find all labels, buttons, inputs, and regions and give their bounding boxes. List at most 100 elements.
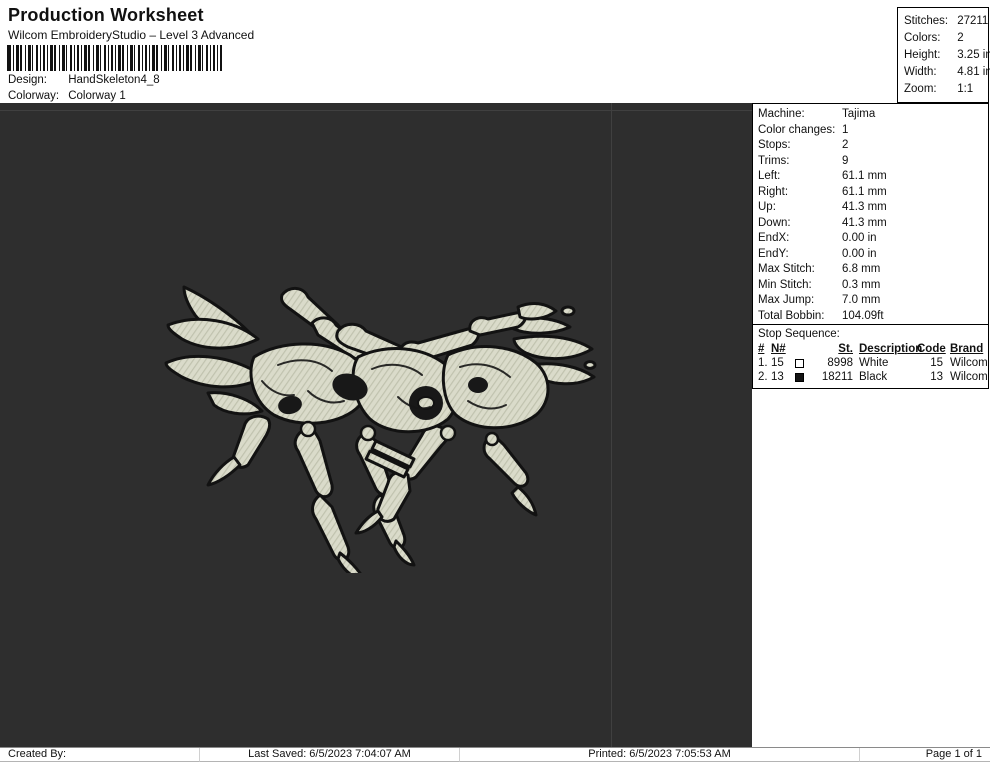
summary-value: 1:1 xyxy=(957,83,974,95)
design-canvas xyxy=(0,103,752,747)
col-brand: Brand xyxy=(950,343,984,355)
machine-row: Max Jump: 7.0 mm xyxy=(758,293,988,309)
machine-label: Color changes: xyxy=(758,123,836,136)
machine-value: 9 xyxy=(842,154,849,167)
machine-value: 0.3 mm xyxy=(842,278,881,291)
cell-needle: 13 xyxy=(771,371,784,383)
cell-description: Black xyxy=(859,371,888,383)
stop-sequence-header-row: # N# St. Description Code Brand xyxy=(758,342,988,356)
cell-brand: Wilcom xyxy=(950,357,988,369)
machine-value: 61.1 mm xyxy=(842,170,887,182)
design-value: HandSkeleton4_8 xyxy=(68,74,160,86)
machine-value: 104.09ft xyxy=(842,309,884,322)
machine-label: Left: xyxy=(758,170,781,182)
skeleton-hands-design xyxy=(164,285,597,573)
machine-label: Max Stitch: xyxy=(758,263,815,275)
machine-value: Tajima xyxy=(842,108,876,120)
machine-row: Down: 41.3 mm xyxy=(758,216,988,232)
cell-code: 15 xyxy=(930,357,943,369)
summary-row-stitches: Stitches: 27211 xyxy=(904,13,988,30)
machine-row: Right: 61.1 mm xyxy=(758,185,988,201)
machine-row: Stops: 2 xyxy=(758,138,988,154)
barcode-icon xyxy=(7,45,222,71)
page-title: Production Worksheet xyxy=(8,5,204,25)
machine-label: Total Bobbin: xyxy=(758,309,825,322)
machine-value: 0.00 in xyxy=(842,232,877,244)
machine-row: Total Bobbin: 104.09ft xyxy=(758,309,988,325)
summary-label: Zoom: xyxy=(904,83,937,95)
machine-row: Min Stitch: 0.3 mm xyxy=(758,278,988,294)
machine-row: Max Stitch: 6.8 mm xyxy=(758,262,988,278)
app-subtitle: Wilcom EmbroideryStudio – Level 3 Advanc… xyxy=(8,28,255,42)
stop-sequence-box: Stop Sequence: # N# St. Description Code… xyxy=(752,325,989,389)
machine-label: Right: xyxy=(758,185,789,198)
summary-value: 3.25 in xyxy=(957,49,990,61)
machine-value: 1 xyxy=(842,123,849,136)
design-row: Design: HandSkeleton4_8 xyxy=(8,74,160,86)
last-saved: Last Saved: 6/5/2023 7:04:07 AM xyxy=(200,748,460,762)
machine-label: Stops: xyxy=(758,139,791,151)
machine-info-panel: Machine: Tajima Color changes: 1 Stops: 2 T… xyxy=(752,103,990,747)
machine-label: Machine: xyxy=(758,108,805,120)
summary-row-colors: Colors: 2 xyxy=(904,30,988,47)
machine-value: 41.3 mm xyxy=(842,201,887,213)
canvas-guide-vertical xyxy=(611,103,612,747)
stop-sequence-row: 1. 15 8998 White 15 Wilcom xyxy=(758,356,988,370)
col-description: Description xyxy=(859,343,923,355)
summary-row-height: Height: 3.25 in xyxy=(904,47,990,64)
machine-label: Max Jump: xyxy=(758,294,815,306)
machine-label: Min Stitch: xyxy=(758,278,812,291)
col-stitches: St. xyxy=(838,343,853,355)
summary-value: 2 xyxy=(957,32,964,44)
machine-row: Color changes: 1 xyxy=(758,123,988,139)
machine-value: 0.00 in xyxy=(842,247,877,260)
summary-label: Colors: xyxy=(904,32,941,44)
col-num: # xyxy=(758,343,765,355)
machine-row: EndX: 0.00 in xyxy=(758,231,988,247)
printed: Printed: 6/5/2023 7:05:53 AM xyxy=(460,748,860,762)
summary-label: Width: xyxy=(904,66,937,78)
cell-needle: 15 xyxy=(771,357,784,369)
cell-stitches: 8998 xyxy=(827,357,853,369)
machine-value: 2 xyxy=(842,139,849,151)
stop-sequence-row: 2. 13 18211 Black 13 Wilcom xyxy=(758,370,988,384)
summary-label: Stitches: xyxy=(904,15,949,27)
design-label: Design: xyxy=(8,74,47,86)
machine-row: Trims: 9 xyxy=(758,154,988,170)
summary-row-zoom: Zoom: 1:1 xyxy=(904,81,988,98)
machine-value: 41.3 mm xyxy=(842,216,887,229)
machine-label: EndY: xyxy=(758,247,789,260)
summary-row-width: Width: 4.81 in xyxy=(904,64,990,81)
thread-swatch-white xyxy=(795,358,804,368)
colorway-value: Colorway 1 xyxy=(68,90,126,102)
machine-label: Up: xyxy=(758,201,776,213)
machine-info-box: Machine: Tajima Color changes: 1 Stops: 2 T… xyxy=(752,103,989,325)
machine-row: EndY: 0.00 in xyxy=(758,247,988,263)
summary-label: Height: xyxy=(904,49,941,61)
machine-value: 61.1 mm xyxy=(842,185,887,198)
summary-value: 4.81 in xyxy=(957,66,990,78)
production-worksheet-page: Production Worksheet Wilcom EmbroiderySt… xyxy=(0,0,990,762)
machine-row: Up: 41.3 mm xyxy=(758,200,988,216)
col-needle: N# xyxy=(771,343,786,355)
machine-value: 7.0 mm xyxy=(842,294,881,306)
cell-num: 1. xyxy=(758,357,768,369)
colorway-row: Colorway: Colorway 1 xyxy=(8,90,126,102)
footer: Created By: Last Saved: 6/5/2023 7:04:07… xyxy=(0,747,990,762)
cell-code: 13 xyxy=(930,371,943,383)
summary-value: 27211 xyxy=(957,15,989,27)
cell-description: White xyxy=(859,357,889,369)
machine-label: Trims: xyxy=(758,154,790,167)
cell-num: 2. xyxy=(758,371,768,383)
page-number: Page 1 of 1 xyxy=(860,748,990,762)
colorway-label: Colorway: xyxy=(8,90,60,102)
cell-stitches: 18211 xyxy=(821,371,853,383)
canvas-guide-horizontal xyxy=(0,110,752,111)
design-summary-box: Stitches: 27211 Colors: 2 Height: 3.25 i… xyxy=(897,7,990,103)
machine-label: Down: xyxy=(758,216,791,229)
machine-row: Machine: Tajima xyxy=(758,107,988,123)
machine-label: EndX: xyxy=(758,232,790,244)
thread-swatch-black xyxy=(795,372,804,382)
cell-brand: Wilcom xyxy=(950,371,988,383)
stop-sequence-title: Stop Sequence: xyxy=(758,328,840,340)
